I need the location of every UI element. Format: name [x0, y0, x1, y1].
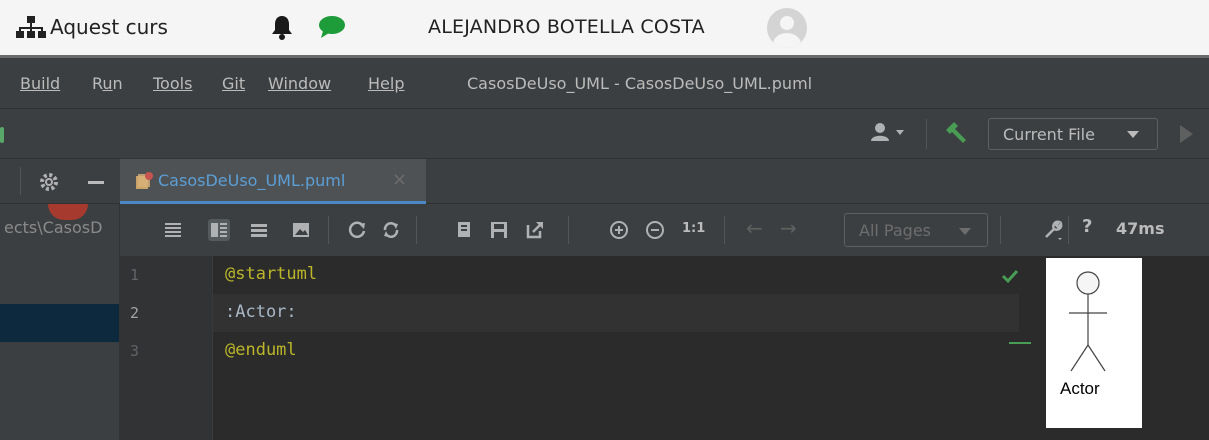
zoom-out-icon[interactable] — [644, 219, 666, 241]
code-line[interactable]: @enduml — [225, 340, 297, 360]
line-number: 3 — [130, 342, 140, 360]
chevron-down-icon — [959, 228, 971, 235]
editor-only-icon[interactable] — [248, 219, 270, 241]
preview-only-icon[interactable] — [290, 219, 312, 241]
menu-bar: Build Run Tools Git Window Help CasosDeU… — [0, 58, 1209, 108]
build-hammer-icon[interactable] — [942, 120, 970, 148]
editor-tab-row: CasosDeUso_UML.puml × — [0, 158, 1209, 204]
open-external-icon[interactable] — [524, 219, 546, 241]
line-number: 2 — [130, 304, 140, 322]
main-toolbar: Current File — [0, 108, 1209, 158]
status-indicator — [0, 127, 4, 143]
project-path[interactable]: ects\CasosD — [4, 218, 118, 237]
window-title: CasosDeUso_UML - CasosDeUso_UML.puml — [467, 74, 813, 93]
tab-casosdeuso-puml[interactable]: CasosDeUso_UML.puml × — [120, 159, 426, 204]
zoom-in-icon[interactable] — [608, 219, 630, 241]
menu-build[interactable]: Build — [20, 74, 60, 93]
avatar-icon[interactable] — [767, 8, 807, 48]
actor-label: Actor — [1060, 379, 1100, 398]
site-link[interactable]: Aquest curs — [16, 15, 168, 39]
tab-label: CasosDeUso_UML.puml — [158, 171, 346, 190]
bell-icon[interactable] — [270, 14, 294, 40]
zoom-reset-button[interactable]: 1:1 — [682, 221, 705, 236]
split-layout-icon[interactable] — [208, 219, 230, 241]
run-config-select[interactable]: Current File — [988, 118, 1158, 150]
current-line-highlight — [213, 294, 1019, 332]
user-name[interactable]: ALEJANDRO BOTELLA COSTA — [428, 16, 705, 38]
wrench-icon[interactable] — [1042, 219, 1064, 241]
save-icon[interactable] — [488, 219, 510, 241]
arrow-right-icon[interactable]: → — [780, 216, 797, 240]
menu-run[interactable]: Run — [92, 74, 123, 93]
code-editor[interactable]: @startuml :Actor: @enduml — [212, 256, 1038, 440]
run-config-label: Current File — [1003, 125, 1095, 144]
help-button[interactable]: ? — [1082, 216, 1092, 237]
check-icon — [1001, 269, 1019, 284]
chevron-down-icon — [1127, 131, 1139, 138]
menu-git[interactable]: Git — [222, 74, 245, 93]
refresh-icon[interactable] — [346, 219, 368, 241]
run-icon[interactable] — [1180, 125, 1193, 143]
actor-figure-icon — [1069, 271, 1107, 372]
copy-icon[interactable] — [454, 219, 476, 241]
code-line[interactable]: @startuml — [225, 264, 317, 284]
chat-icon[interactable] — [318, 14, 346, 40]
menu-tools[interactable]: Tools — [153, 74, 192, 93]
line-number-gutter: 1 2 3 — [120, 256, 212, 440]
sitemap-icon — [16, 16, 46, 38]
plantuml-toolbar: 1:1 ← → All Pages ? 47ms — [120, 204, 1209, 256]
menu-window[interactable]: Window — [268, 74, 331, 93]
project-panel: ects\CasosD — [0, 204, 120, 440]
sync-icon[interactable] — [380, 219, 402, 241]
arrow-left-icon[interactable]: ← — [746, 216, 763, 240]
render-time: 47ms — [1116, 219, 1165, 238]
vcs-user-icon[interactable] — [870, 121, 910, 145]
selected-tree-item[interactable] — [0, 304, 119, 342]
hide-panel-icon[interactable] — [88, 181, 104, 184]
menu-help[interactable]: Help — [368, 74, 404, 93]
change-marker — [1009, 342, 1031, 344]
site-label: Aquest curs — [50, 15, 168, 39]
diagram-preview: Actor — [1046, 258, 1142, 428]
line-number: 1 — [130, 266, 140, 284]
close-icon[interactable]: × — [392, 169, 407, 190]
pages-select[interactable]: All Pages — [844, 213, 988, 247]
gear-icon[interactable] — [38, 171, 60, 193]
browser-top-bar: Aquest curs ALEJANDRO BOTELLA COSTA — [0, 0, 1209, 58]
puml-file-icon — [136, 172, 153, 189]
pages-select-label: All Pages — [859, 221, 931, 240]
list-layout-icon[interactable] — [162, 219, 184, 241]
code-line[interactable]: :Actor: — [225, 302, 297, 322]
